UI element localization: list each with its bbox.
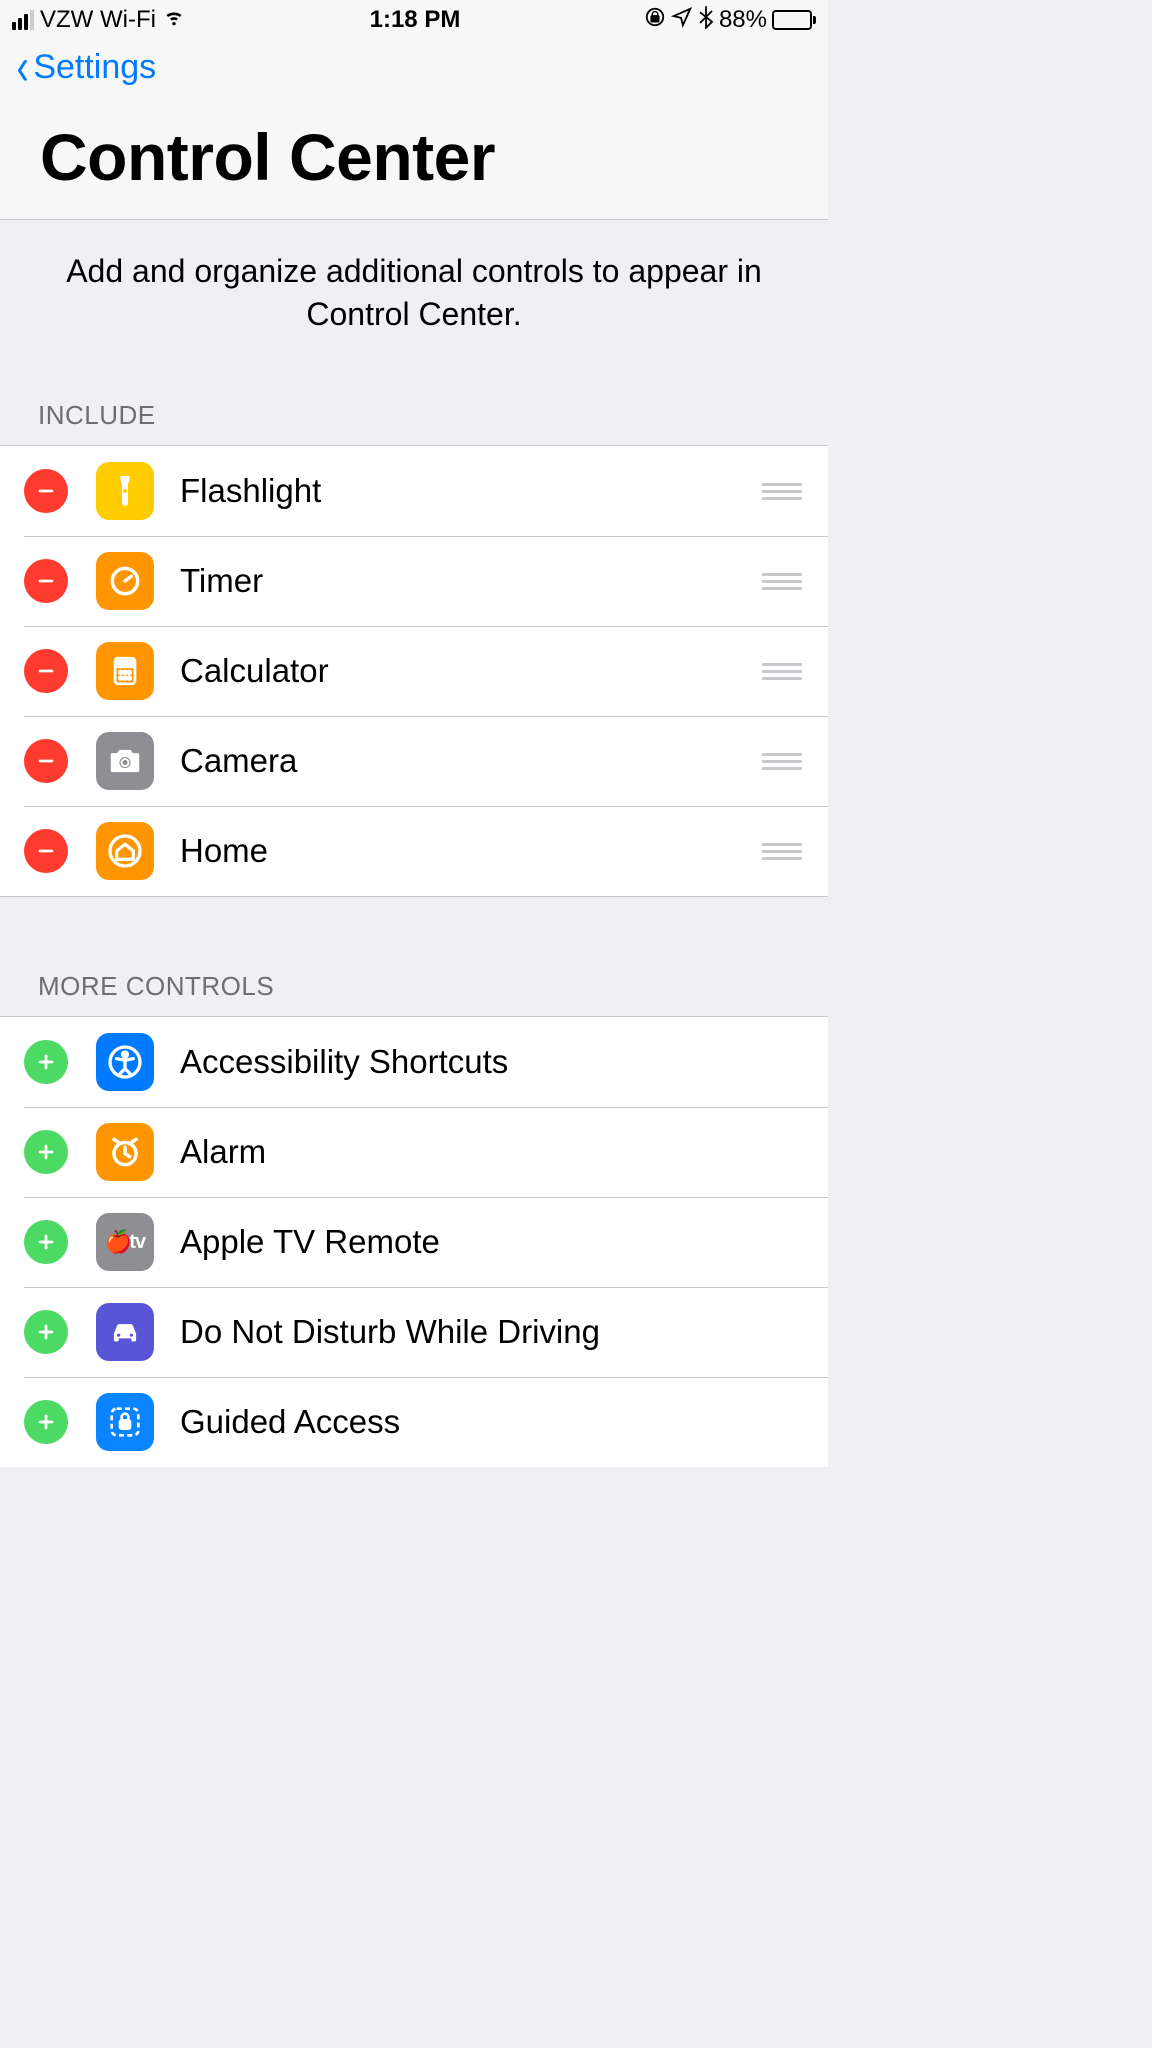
remove-button[interactable] bbox=[24, 469, 68, 513]
dnd-driving-icon bbox=[96, 1303, 154, 1361]
cellular-signal-icon bbox=[12, 10, 34, 30]
drag-handle-icon[interactable] bbox=[760, 843, 804, 860]
drag-handle-icon[interactable] bbox=[760, 753, 804, 770]
list-item: Camera bbox=[0, 716, 828, 806]
chevron-left-icon: ‹ bbox=[17, 52, 29, 83]
add-button[interactable] bbox=[24, 1040, 68, 1084]
add-button[interactable] bbox=[24, 1130, 68, 1174]
list-item: Accessibility Shortcuts bbox=[0, 1017, 828, 1107]
status-bar: VZW Wi-Fi 1:18 PM 88% bbox=[0, 0, 828, 40]
carrier-label: VZW Wi-Fi bbox=[40, 6, 156, 34]
guided-access-icon bbox=[96, 1393, 154, 1451]
rotation-lock-icon bbox=[644, 6, 666, 35]
more-controls-list: Accessibility Shortcuts Alarm 🍎tv Apple … bbox=[0, 1016, 828, 1467]
item-label: Home bbox=[180, 832, 760, 870]
status-left: VZW Wi-Fi bbox=[12, 6, 186, 34]
list-item: Flashlight bbox=[0, 446, 828, 536]
section-header-more: More Controls bbox=[0, 957, 828, 1016]
list-item: 🍎tv Apple TV Remote bbox=[0, 1197, 828, 1287]
section-header-include: Include bbox=[0, 386, 828, 445]
battery-icon bbox=[772, 10, 816, 30]
page-title: Control Center bbox=[0, 89, 828, 220]
calculator-icon bbox=[96, 642, 154, 700]
battery-percent: 88% bbox=[719, 6, 767, 34]
add-button[interactable] bbox=[24, 1400, 68, 1444]
location-icon bbox=[671, 6, 693, 35]
remove-button[interactable] bbox=[24, 829, 68, 873]
item-label: Camera bbox=[180, 742, 760, 780]
nav-bar: ‹ Settings bbox=[0, 40, 828, 89]
status-right: 88% bbox=[644, 5, 816, 36]
list-item: Timer bbox=[0, 536, 828, 626]
list-item: Calculator bbox=[0, 626, 828, 716]
accessibility-icon bbox=[96, 1033, 154, 1091]
drag-handle-icon[interactable] bbox=[760, 663, 804, 680]
item-label: Apple TV Remote bbox=[180, 1223, 804, 1261]
back-button[interactable]: ‹ Settings bbox=[14, 48, 156, 87]
status-time: 1:18 PM bbox=[370, 6, 461, 34]
appletv-icon: 🍎tv bbox=[96, 1213, 154, 1271]
home-icon bbox=[96, 822, 154, 880]
item-label: Do Not Disturb While Driving bbox=[180, 1313, 804, 1351]
wifi-icon bbox=[162, 6, 186, 34]
include-list: Flashlight Timer Calculator Camera bbox=[0, 445, 828, 897]
drag-handle-icon[interactable] bbox=[760, 483, 804, 500]
item-label: Alarm bbox=[180, 1133, 804, 1171]
page-description: Add and organize additional controls to … bbox=[0, 220, 828, 386]
list-item: Do Not Disturb While Driving bbox=[0, 1287, 828, 1377]
remove-button[interactable] bbox=[24, 739, 68, 783]
alarm-icon bbox=[96, 1123, 154, 1181]
timer-icon bbox=[96, 552, 154, 610]
item-label: Flashlight bbox=[180, 472, 760, 510]
remove-button[interactable] bbox=[24, 559, 68, 603]
add-button[interactable] bbox=[24, 1310, 68, 1354]
flashlight-icon bbox=[96, 462, 154, 520]
item-label: Accessibility Shortcuts bbox=[180, 1043, 804, 1081]
list-item: Guided Access bbox=[0, 1377, 828, 1467]
item-label: Guided Access bbox=[180, 1403, 804, 1441]
list-item: Alarm bbox=[0, 1107, 828, 1197]
remove-button[interactable] bbox=[24, 649, 68, 693]
back-label: Settings bbox=[33, 48, 156, 87]
camera-icon bbox=[96, 732, 154, 790]
item-label: Timer bbox=[180, 562, 760, 600]
bluetooth-icon bbox=[698, 5, 714, 36]
add-button[interactable] bbox=[24, 1220, 68, 1264]
list-item: Home bbox=[0, 806, 828, 896]
item-label: Calculator bbox=[180, 652, 760, 690]
drag-handle-icon[interactable] bbox=[760, 573, 804, 590]
